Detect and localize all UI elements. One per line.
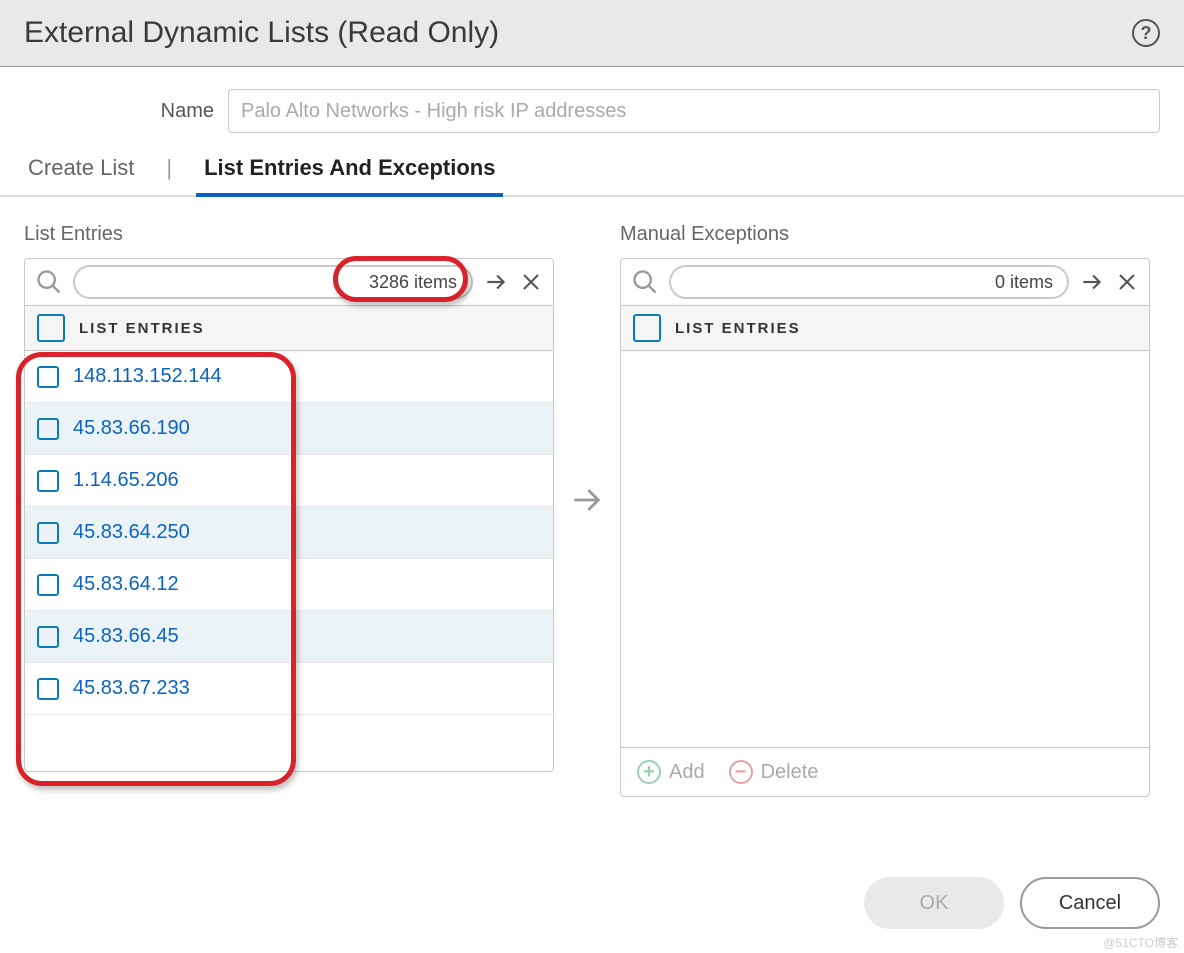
list-entry-row[interactable]: 148.113.152.144 bbox=[25, 351, 553, 403]
row-checkbox[interactable] bbox=[37, 678, 59, 700]
search-icon[interactable] bbox=[35, 268, 63, 296]
manual-exceptions-column-label: LIST ENTRIES bbox=[675, 320, 801, 337]
tab-create-list[interactable]: Create List bbox=[24, 143, 138, 195]
clear-filter-icon[interactable] bbox=[519, 270, 543, 294]
edl-dialog: External Dynamic Lists (Read Only) ? Nam… bbox=[0, 0, 1184, 953]
search-icon[interactable] bbox=[631, 268, 659, 296]
help-icon[interactable]: ? bbox=[1132, 19, 1160, 47]
manual-exceptions-column-header: LIST ENTRIES bbox=[621, 306, 1149, 351]
cancel-button[interactable]: Cancel bbox=[1020, 877, 1160, 929]
list-entries-column-header: LIST ENTRIES bbox=[25, 306, 553, 351]
row-checkbox[interactable] bbox=[37, 626, 59, 648]
list-entries-box: 3286 items LIST ENTRIES 148.113.152.144 4… bbox=[24, 258, 554, 772]
ok-button[interactable]: OK bbox=[864, 877, 1004, 929]
select-all-checkbox[interactable] bbox=[37, 314, 65, 342]
list-entry-row[interactable]: 45.83.66.190 bbox=[25, 403, 553, 455]
manual-exceptions-count: 0 items bbox=[995, 272, 1053, 293]
add-button[interactable]: + Add bbox=[637, 760, 705, 784]
delete-label: Delete bbox=[761, 761, 819, 784]
manual-exceptions-label: Manual Exceptions bbox=[620, 223, 1150, 246]
ip-address[interactable]: 1.14.65.206 bbox=[73, 469, 179, 492]
manual-exceptions-footer: + Add − Delete bbox=[621, 747, 1149, 796]
row-checkbox[interactable] bbox=[37, 470, 59, 492]
ip-address[interactable]: 45.83.64.12 bbox=[73, 573, 179, 596]
list-entries-count-pill[interactable]: 3286 items bbox=[73, 265, 473, 299]
dialog-header: External Dynamic Lists (Read Only) ? bbox=[0, 0, 1184, 67]
panels: List Entries 3286 items bbox=[0, 197, 1184, 797]
manual-exceptions-box: 0 items LIST ENTRIES + bbox=[620, 258, 1150, 797]
list-entries-column-label: LIST ENTRIES bbox=[79, 320, 205, 337]
row-checkbox[interactable] bbox=[37, 522, 59, 544]
add-label: Add bbox=[669, 761, 705, 784]
list-entries-panel: List Entries 3286 items bbox=[24, 223, 554, 772]
minus-icon: − bbox=[729, 760, 753, 784]
move-right-icon[interactable] bbox=[570, 223, 604, 522]
row-checkbox[interactable] bbox=[37, 366, 59, 388]
plus-icon: + bbox=[637, 760, 661, 784]
manual-exceptions-panel: Manual Exceptions 0 items bbox=[620, 223, 1150, 797]
list-entry-row[interactable]: 45.83.66.45 bbox=[25, 611, 553, 663]
list-entry-row[interactable]: 45.83.64.250 bbox=[25, 507, 553, 559]
ip-address[interactable]: 45.83.66.45 bbox=[73, 625, 179, 648]
list-entry-row[interactable]: 1.14.65.206 bbox=[25, 455, 553, 507]
list-entries-rows: 148.113.152.144 45.83.66.190 1.14.65.206 45… bbox=[25, 351, 553, 771]
list-entry-row[interactable]: 45.83.67.233 bbox=[25, 663, 553, 715]
tab-list-entries[interactable]: List Entries And Exceptions bbox=[200, 143, 499, 195]
tabs: Create List | List Entries And Exception… bbox=[0, 143, 1184, 197]
ip-address[interactable]: 148.113.152.144 bbox=[73, 365, 222, 388]
delete-button[interactable]: − Delete bbox=[729, 760, 819, 784]
ip-address[interactable]: 45.83.66.190 bbox=[73, 417, 190, 440]
ip-address[interactable]: 45.83.67.233 bbox=[73, 677, 190, 700]
list-entry-row[interactable]: 45.83.64.12 bbox=[25, 559, 553, 611]
name-row: Name bbox=[0, 67, 1184, 143]
list-entries-count: 3286 items bbox=[369, 272, 457, 293]
watermark: @51CTO博客 bbox=[1103, 934, 1178, 951]
tab-separator: | bbox=[166, 155, 172, 195]
list-entries-label: List Entries bbox=[24, 223, 554, 246]
apply-filter-icon[interactable] bbox=[483, 269, 509, 295]
list-entries-search-bar: 3286 items bbox=[25, 259, 553, 306]
dialog-title: External Dynamic Lists (Read Only) bbox=[24, 16, 499, 50]
manual-exceptions-count-pill[interactable]: 0 items bbox=[669, 265, 1069, 299]
clear-filter-icon[interactable] bbox=[1115, 270, 1139, 294]
name-label: Name bbox=[24, 100, 214, 123]
ip-address[interactable]: 45.83.64.250 bbox=[73, 521, 190, 544]
row-checkbox[interactable] bbox=[37, 418, 59, 440]
select-all-checkbox[interactable] bbox=[633, 314, 661, 342]
row-checkbox[interactable] bbox=[37, 574, 59, 596]
apply-filter-icon[interactable] bbox=[1079, 269, 1105, 295]
dialog-footer: OK Cancel bbox=[864, 877, 1160, 929]
manual-exceptions-rows bbox=[621, 351, 1149, 747]
manual-exceptions-search-bar: 0 items bbox=[621, 259, 1149, 306]
name-input bbox=[228, 89, 1160, 133]
